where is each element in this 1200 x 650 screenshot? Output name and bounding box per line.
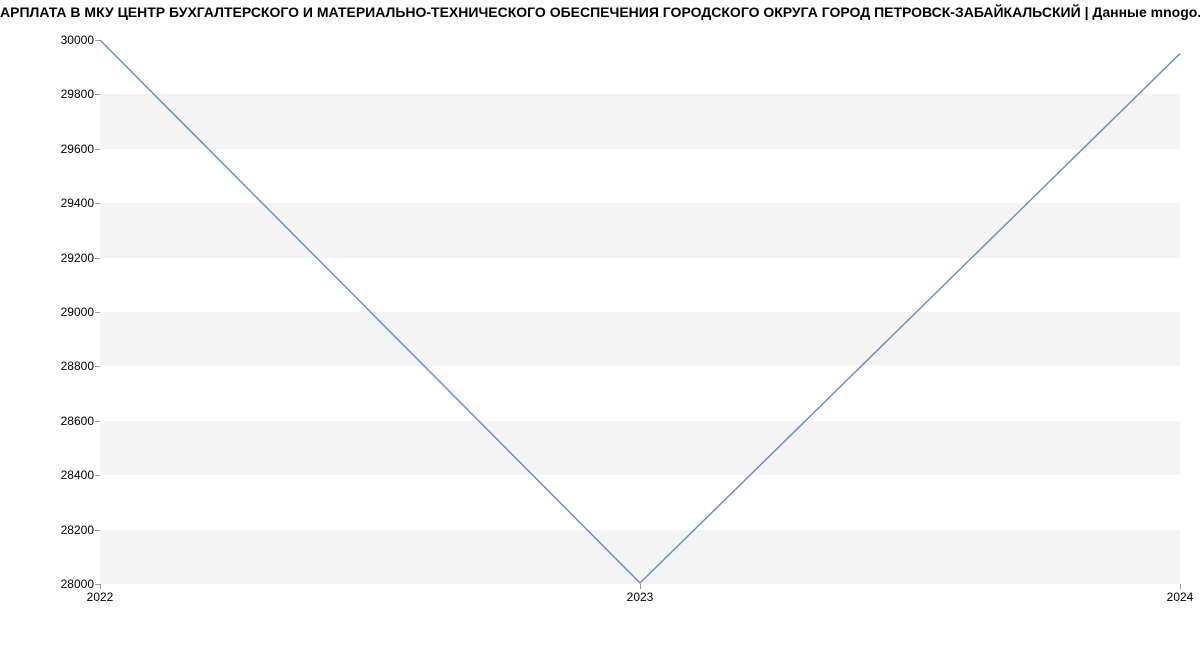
y-tick-label: 28000	[44, 577, 94, 591]
y-tick-mark	[95, 40, 100, 41]
y-tick-mark	[95, 258, 100, 259]
data-line	[100, 40, 1180, 583]
y-tick-label: 29400	[44, 196, 94, 210]
y-tick-mark	[95, 366, 100, 367]
y-tick-label: 29800	[44, 87, 94, 101]
plot-area	[100, 40, 1180, 584]
y-tick-mark	[95, 94, 100, 95]
y-tick-label: 28800	[44, 359, 94, 373]
line-plot-svg	[100, 40, 1180, 583]
y-tick-label: 28400	[44, 468, 94, 482]
y-tick-mark	[95, 530, 100, 531]
y-tick-label: 28200	[44, 523, 94, 537]
y-tick-label: 28600	[44, 414, 94, 428]
y-tick-mark	[95, 421, 100, 422]
x-tick-label: 2024	[1167, 590, 1194, 604]
x-tick-label: 2023	[627, 590, 654, 604]
y-tick-mark	[95, 312, 100, 313]
chart-container: 28000 28200 28400 28600 28800 29000 29200 29400…	[0, 24, 1200, 624]
y-tick-label: 29600	[44, 142, 94, 156]
x-tick-mark	[640, 584, 641, 589]
chart-title: АРПЛАТА В МКУ ЦЕНТР БУХГАЛТЕРСКОГО И МАТ…	[0, 0, 1200, 20]
y-tick-mark	[95, 475, 100, 476]
y-tick-mark	[95, 203, 100, 204]
x-tick-label: 2022	[87, 590, 114, 604]
y-tick-mark	[95, 149, 100, 150]
y-tick-label: 30000	[44, 33, 94, 47]
x-tick-mark	[1180, 584, 1181, 589]
y-tick-label: 29200	[44, 251, 94, 265]
y-tick-label: 29000	[44, 305, 94, 319]
x-tick-mark	[100, 584, 101, 589]
